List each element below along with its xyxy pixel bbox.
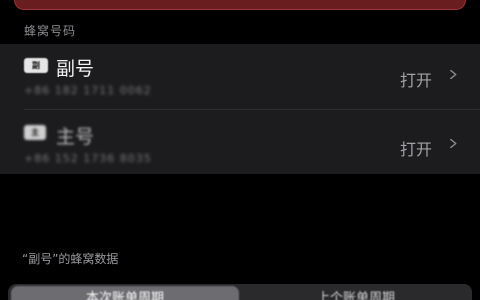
tab-current-billing-period[interactable]: 本次账单周期: [11, 286, 239, 300]
cellular-data-section-label: “副号”的蜂窝数据: [22, 252, 119, 266]
line-row-primary[interactable]: 主 主号 +86 152 1736 8035 打开: [0, 110, 480, 174]
top-card-edge: [14, 0, 466, 10]
line-number: +86 182 1711 0062: [24, 84, 152, 97]
line-status: 打开: [399, 140, 432, 159]
line-number: +86 152 1736 8035: [24, 152, 152, 165]
line-status: 打开: [399, 71, 432, 90]
tab-previous-billing-period[interactable]: 上个账单周期: [242, 286, 470, 300]
chevron-right-icon: [450, 70, 457, 79]
section-header: 蜂窝号码: [24, 24, 77, 38]
chevron-right-icon: [450, 139, 457, 148]
sim-card-icon: 副: [24, 58, 48, 73]
cellular-lines-card: 副 副号 +86 182 1711 0062 打开 主 主号 +86 152 1…: [0, 44, 480, 174]
line-title: 主号: [56, 126, 95, 148]
line-title: 副号: [56, 58, 95, 80]
billing-period-segmented-control: 本次账单周期 上个账单周期: [8, 284, 472, 300]
line-row-secondary[interactable]: 副 副号 +86 182 1711 0062 打开: [0, 44, 480, 108]
sim-card-icon: 主: [24, 125, 46, 140]
cellular-settings-screen: 蜂窝号码 副 副号 +86 182 1711 0062 打开 主 主号 +86 …: [0, 0, 480, 300]
